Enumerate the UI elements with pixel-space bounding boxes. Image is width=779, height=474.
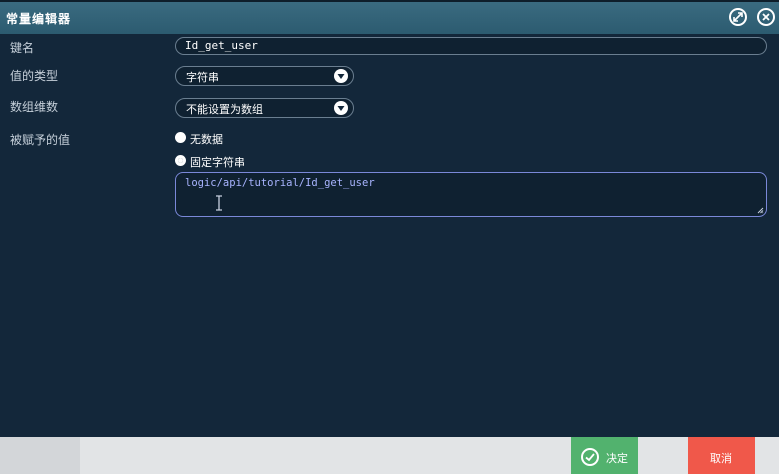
resize-grip-icon[interactable] bbox=[757, 207, 764, 214]
text-cursor-icon bbox=[216, 195, 222, 211]
close-icon bbox=[762, 13, 770, 21]
expand-arrows-icon bbox=[733, 12, 743, 22]
close-button[interactable] bbox=[757, 8, 775, 26]
array-dimension-select[interactable]: 不能设置为数组 bbox=[175, 98, 354, 118]
radio-no-data-label: 无数据 bbox=[190, 133, 223, 146]
radio-button-checked[interactable] bbox=[175, 155, 186, 166]
chevron-down-icon bbox=[334, 101, 348, 115]
window-title: 常量编辑器 bbox=[6, 12, 72, 26]
footer-left-panel bbox=[0, 437, 80, 474]
array-dimension-label: 数组维数 bbox=[10, 100, 59, 114]
key-name-value: Id_get_user bbox=[185, 39, 258, 52]
value-type-label: 值的类型 bbox=[10, 69, 59, 83]
title-bar: 常量编辑器 bbox=[0, 0, 779, 34]
assigned-value-label: 被赋予的值 bbox=[10, 133, 71, 147]
checkmark-icon bbox=[581, 448, 599, 466]
value-type-selected: 字符串 bbox=[186, 71, 219, 84]
key-name-label: 键名 bbox=[10, 41, 35, 55]
ok-button[interactable]: 决定 bbox=[571, 437, 638, 474]
radio-button[interactable] bbox=[175, 132, 186, 143]
cancel-button-label: 取消 bbox=[710, 452, 732, 465]
key-name-input[interactable]: Id_get_user bbox=[175, 37, 767, 55]
radio-fixed-string-label: 固定字符串 bbox=[190, 156, 245, 169]
footer-bar: 决定 取消 bbox=[0, 437, 779, 474]
cancel-button[interactable]: 取消 bbox=[688, 437, 755, 474]
constant-editor-window: 常量编辑器 键名 Id_get_user 值的类型 字符串 数组维数 不能设置为… bbox=[0, 0, 779, 474]
array-dimension-selected: 不能设置为数组 bbox=[186, 103, 263, 116]
fixed-string-value: logic/api/tutorial/Id_get_user bbox=[185, 177, 375, 189]
chevron-down-icon bbox=[334, 69, 348, 83]
fixed-string-textarea[interactable]: logic/api/tutorial/Id_get_user bbox=[175, 172, 767, 217]
value-type-select[interactable]: 字符串 bbox=[175, 66, 354, 86]
expand-button[interactable] bbox=[729, 8, 747, 26]
ok-button-label: 决定 bbox=[606, 452, 628, 465]
